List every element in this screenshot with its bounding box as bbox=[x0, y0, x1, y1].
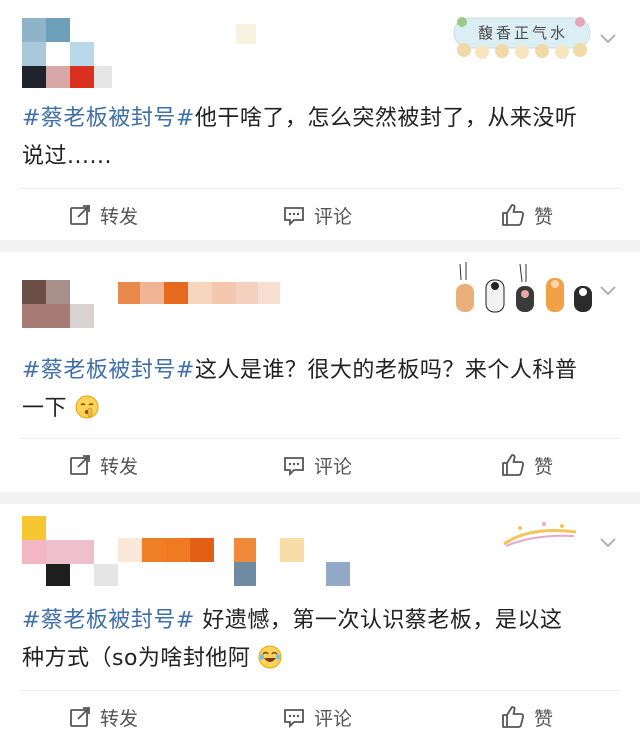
post-text: #蔡老板被封号#这人是谁？很大的老板吗？来个人科普 一下 bbox=[22, 358, 578, 421]
repost-button[interactable]: 转发 bbox=[68, 450, 138, 480]
post-text: #蔡老板被封号#他干啥了，怎么突然被封了，从来没听 说过...... bbox=[22, 106, 578, 169]
comment-icon bbox=[284, 709, 304, 729]
avatar[interactable] bbox=[22, 18, 112, 88]
like-icon bbox=[502, 454, 525, 476]
divider bbox=[20, 438, 620, 439]
like-icon bbox=[502, 204, 525, 226]
chevron-down-icon[interactable] bbox=[598, 536, 618, 550]
like-icon bbox=[502, 706, 525, 728]
hashtag-link[interactable]: #蔡老板被封号# bbox=[22, 106, 195, 131]
like-button[interactable]: 赞 bbox=[500, 450, 553, 480]
repost-button[interactable]: 转发 bbox=[68, 200, 138, 230]
username[interactable] bbox=[118, 538, 358, 586]
post-text: #蔡老板被封号# 好遗憾，第一次认识蔡老板，是以这 种方式（so为啥封他阿 bbox=[22, 608, 563, 671]
post-card-1: 馥香正气水 #蔡老板被封号#他干啥了，怎么突然被封了，从来没听 说过......… bbox=[0, 0, 640, 240]
sticker-text: 馥香正气水 bbox=[478, 24, 569, 42]
username[interactable] bbox=[236, 24, 256, 44]
comment-icon bbox=[284, 457, 304, 477]
repost-button[interactable]: 转发 bbox=[68, 702, 138, 732]
comment-icon bbox=[284, 207, 304, 227]
shushing-face-icon bbox=[75, 395, 99, 419]
repost-icon bbox=[70, 205, 90, 225]
username[interactable] bbox=[118, 282, 280, 304]
hashtag-link[interactable]: #蔡老板被封号# bbox=[22, 358, 195, 383]
divider bbox=[20, 690, 620, 691]
cat-paws-sticker bbox=[452, 260, 600, 318]
post-card-3: #蔡老板被封号# 好遗憾，第一次认识蔡老板，是以这 种方式（so为啥封他阿 转发… bbox=[0, 504, 640, 750]
repost-icon bbox=[70, 455, 90, 475]
post-card-2: #蔡老板被封号#这人是谁？很大的老板吗？来个人科普 一下 转发 评论 赞 bbox=[0, 252, 640, 492]
comment-button[interactable]: 评论 bbox=[282, 200, 352, 230]
repost-icon bbox=[70, 707, 90, 727]
divider bbox=[20, 188, 620, 189]
like-button[interactable]: 赞 bbox=[500, 200, 553, 230]
avatar[interactable] bbox=[22, 516, 122, 586]
chevron-down-icon[interactable] bbox=[598, 284, 618, 298]
hashtag-link[interactable]: #蔡老板被封号# bbox=[22, 608, 195, 633]
comment-button[interactable]: 评论 bbox=[282, 450, 352, 480]
avatar[interactable] bbox=[22, 280, 94, 328]
comment-button[interactable]: 评论 bbox=[282, 702, 352, 732]
crying-laughing-face-icon bbox=[258, 645, 282, 669]
like-button[interactable]: 赞 bbox=[500, 702, 553, 732]
chevron-down-icon[interactable] bbox=[598, 32, 618, 46]
sparkle-sticker bbox=[500, 518, 580, 552]
sticker-badge: 馥香正气水 bbox=[452, 10, 592, 60]
